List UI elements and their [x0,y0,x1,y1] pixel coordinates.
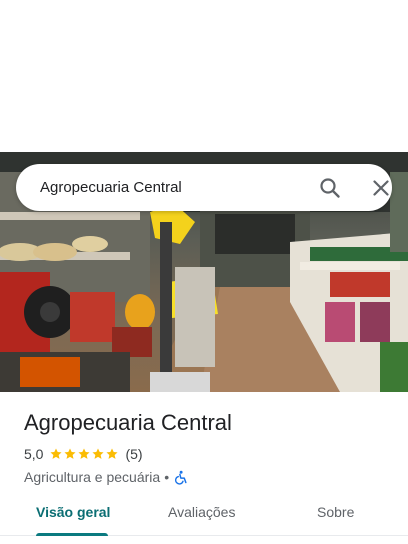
rating-row[interactable]: 5,0 (5) [24,445,394,463]
tab-about[interactable]: Sobre [317,504,354,520]
star-icon [92,448,105,459]
review-count[interactable]: (5) [125,446,142,462]
star-rating [49,447,119,461]
separator-dot: • [164,469,170,485]
tab-overview[interactable]: Visão geral [36,504,110,520]
category-row: Agricultura e pecuária • [24,468,394,486]
star-icon [64,448,77,459]
star-icon [50,448,63,459]
rating-value: 5,0 [24,446,44,462]
search-bar[interactable]: Agropecuaria Central [16,164,392,211]
star-icon [78,448,91,459]
place-tabs: Visão geral Avaliações Sobre [0,496,408,536]
wheelchair-accessible-icon[interactable] [173,470,188,485]
place-category: Agricultura e pecuária [24,469,161,485]
star-icon [106,448,119,459]
place-info: Agropecuaria Central 5,0 (5) Agricultura… [24,408,394,486]
active-tab-indicator [36,533,108,536]
search-icon[interactable] [318,176,342,200]
place-title: Agropecuaria Central [24,410,232,435]
close-icon[interactable] [369,176,393,200]
tab-reviews[interactable]: Avaliações [168,504,235,520]
search-input[interactable]: Agropecuaria Central [40,178,182,198]
